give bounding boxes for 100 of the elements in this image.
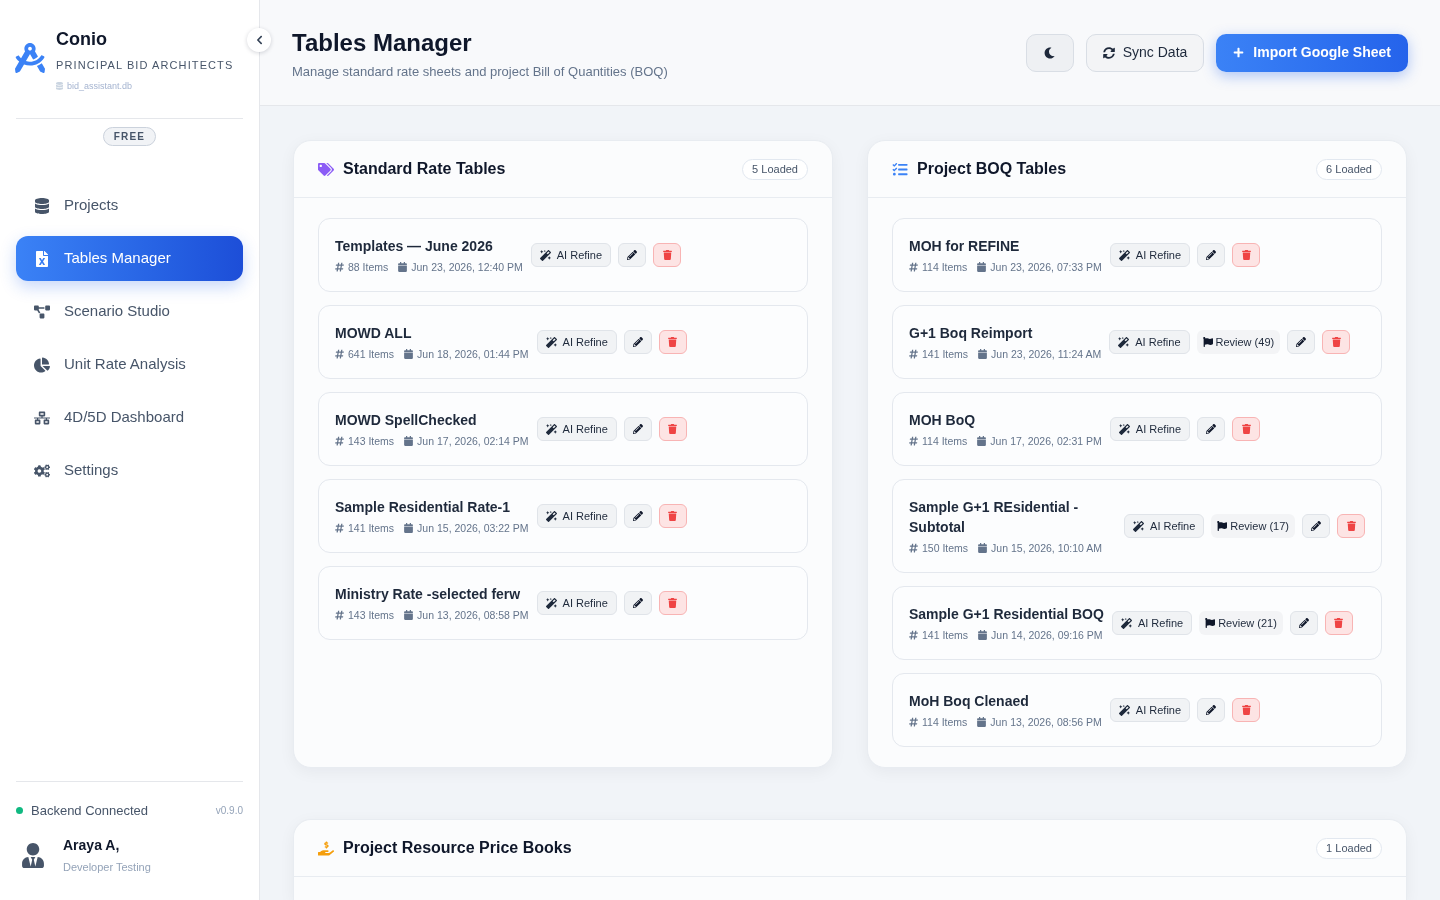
trash-icon xyxy=(668,598,678,608)
collapse-sidebar-button[interactable] xyxy=(247,28,271,52)
table-list-item[interactable]: MoH Boq Clenaed 114 Items Jun 13, 2026, 08:56 PM AI Refine xyxy=(892,673,1382,747)
table-list-item[interactable]: Sample G+1 Residential BOQ 141 Items Jun 14, 2026, 09:16 PM AI Refine Review (21) xyxy=(892,586,1382,660)
edit-button[interactable] xyxy=(1302,514,1330,538)
delete-button[interactable] xyxy=(658,504,687,528)
import-sheet-button[interactable]: Import Google Sheet xyxy=(1216,33,1408,72)
trash-icon xyxy=(1241,705,1251,715)
review-button[interactable]: Review (21) xyxy=(1199,611,1283,635)
ai-refine-button[interactable]: AI Refine xyxy=(530,243,612,267)
magic-wand-icon xyxy=(1118,704,1130,716)
delete-button[interactable] xyxy=(1232,698,1261,722)
magic-wand-icon xyxy=(545,423,557,435)
nav-item[interactable]: Projects xyxy=(16,183,243,228)
table-list-item[interactable]: Ministry Rate -selected ferw 143 Items Jun 13, 2026, 08:58 PM AI Refine xyxy=(318,566,808,640)
table-list-item[interactable]: MOH BoQ 114 Items Jun 17, 2026, 02:31 PM AI Refine xyxy=(892,392,1382,466)
trash-icon xyxy=(1241,424,1251,434)
delete-button[interactable] xyxy=(1232,417,1261,441)
table-name: G+1 Boq Reimport xyxy=(909,324,1034,343)
ai-refine-button[interactable]: AI Refine xyxy=(1109,698,1191,722)
nav-item[interactable]: Settings xyxy=(16,448,243,493)
table-date: Jun 15, 2026, 10:10 AM xyxy=(991,541,1103,555)
table-date: Jun 23, 2026, 07:33 PM xyxy=(990,260,1102,274)
delete-button[interactable] xyxy=(653,243,682,267)
magic-wand-icon xyxy=(1120,617,1132,629)
calendar-icon xyxy=(398,262,408,272)
pencil-icon xyxy=(1206,705,1217,715)
ai-refine-button[interactable]: AI Refine xyxy=(1109,417,1191,441)
table-list-item[interactable]: G+1 Boq Reimport 141 Items Jun 23, 2026, 11:24 AM AI Refine Review (49) xyxy=(892,305,1382,379)
table-list-item[interactable]: MOWD ALL 641 Items Jun 18, 2026, 01:44 PM AI Refine xyxy=(318,305,808,379)
pencil-icon xyxy=(632,337,643,347)
table-list-item[interactable]: Templates — June 2026 88 Items Jun 23, 2026, 12:40 PM AI Refine xyxy=(318,218,808,292)
magic-wand-icon xyxy=(1118,423,1130,435)
table-name: Sample Residential Rate-1 xyxy=(335,498,512,517)
ai-refine-button[interactable]: AI Refine xyxy=(1109,243,1191,267)
pencil-icon xyxy=(627,250,638,260)
ai-refine-button[interactable]: AI Refine xyxy=(1124,514,1205,538)
hash-icon xyxy=(335,523,344,533)
hash-icon xyxy=(335,349,344,359)
ai-refine-button[interactable]: AI Refine xyxy=(536,330,617,354)
table-name: Sample G+1 Residential BOQ xyxy=(909,605,1104,624)
calendar-icon xyxy=(978,543,988,553)
edit-button[interactable] xyxy=(1197,417,1226,441)
table-list-item[interactable]: Sample G+1 REsidential - Subtotal 150 Items Jun 15, 2026, 10:10 AM AI Refine Review (17) xyxy=(892,479,1382,573)
nav-item[interactable]: Scenario Studio xyxy=(16,289,243,334)
pencil-icon xyxy=(1311,521,1321,531)
edit-button[interactable] xyxy=(623,417,652,441)
nav-item[interactable]: Unit Rate Analysis xyxy=(16,342,243,387)
edit-button[interactable] xyxy=(623,330,652,354)
ai-refine-button[interactable]: AI Refine xyxy=(536,504,617,528)
edit-button[interactable] xyxy=(1287,330,1316,354)
item-count: 141 Items xyxy=(922,628,969,642)
delete-button[interactable] xyxy=(1232,243,1261,267)
calendar-icon xyxy=(404,523,414,533)
delete-button[interactable] xyxy=(658,417,687,441)
item-count: 114 Items xyxy=(922,715,968,729)
pencil-icon xyxy=(1296,337,1307,347)
ai-refine-button[interactable]: AI Refine xyxy=(1111,611,1193,635)
edit-button[interactable] xyxy=(1289,611,1318,635)
table-list-item[interactable]: MOH for REFINE 114 Items Jun 23, 2026, 07:33 PM AI Refine xyxy=(892,218,1382,292)
hash-icon xyxy=(909,436,918,446)
review-button[interactable]: Review (17) xyxy=(1211,514,1295,538)
item-count: 143 Items xyxy=(348,434,395,448)
ai-refine-button[interactable]: AI Refine xyxy=(536,591,617,615)
user-name: Araya A, xyxy=(63,836,121,854)
delete-button[interactable] xyxy=(1322,330,1351,354)
delete-button[interactable] xyxy=(1324,611,1353,635)
edit-button[interactable] xyxy=(618,243,647,267)
review-button[interactable]: Review (49) xyxy=(1196,330,1281,354)
ai-refine-button[interactable]: AI Refine xyxy=(1109,330,1190,354)
delete-button[interactable] xyxy=(1337,514,1365,538)
nav-item[interactable]: 4D/5D Dashboard xyxy=(16,395,243,440)
item-count: 88 Items xyxy=(348,260,389,274)
calendar-icon xyxy=(404,349,414,359)
edit-button[interactable] xyxy=(623,591,652,615)
table-list-item[interactable]: Sample Residential Rate-1 141 Items Jun 15, 2026, 03:22 PM AI Refine xyxy=(318,479,808,553)
pencil-icon xyxy=(1298,618,1309,628)
page-title: Tables Manager xyxy=(292,27,473,58)
delete-button[interactable] xyxy=(658,330,687,354)
hash-icon xyxy=(335,610,344,620)
edit-button[interactable] xyxy=(623,504,652,528)
sync-data-button[interactable]: Sync Data xyxy=(1085,33,1205,72)
theme-toggle-button[interactable] xyxy=(1025,33,1074,72)
delete-button[interactable] xyxy=(658,591,687,615)
calendar-icon xyxy=(978,349,988,359)
user-avatar-icon xyxy=(22,842,44,868)
table-name: MOWD SpellChecked xyxy=(335,411,478,430)
item-count: 150 Items xyxy=(922,541,969,555)
table-date: Jun 18, 2026, 01:44 PM xyxy=(417,347,529,361)
edit-button[interactable] xyxy=(1197,698,1226,722)
nav-item[interactable]: Tables Manager xyxy=(16,236,243,281)
table-list-item[interactable]: MOWD SpellChecked 143 Items Jun 17, 2026, 02:14 PM AI Refine xyxy=(318,392,808,466)
calendar-icon xyxy=(404,436,414,446)
pencil-icon xyxy=(632,424,643,434)
hash-icon xyxy=(909,262,918,272)
ai-refine-button[interactable]: AI Refine xyxy=(536,417,617,441)
table-date: Jun 17, 2026, 02:31 PM xyxy=(990,434,1102,448)
table-name: MOH for REFINE xyxy=(909,237,1021,256)
edit-button[interactable] xyxy=(1197,243,1226,267)
hash-icon xyxy=(909,717,918,727)
